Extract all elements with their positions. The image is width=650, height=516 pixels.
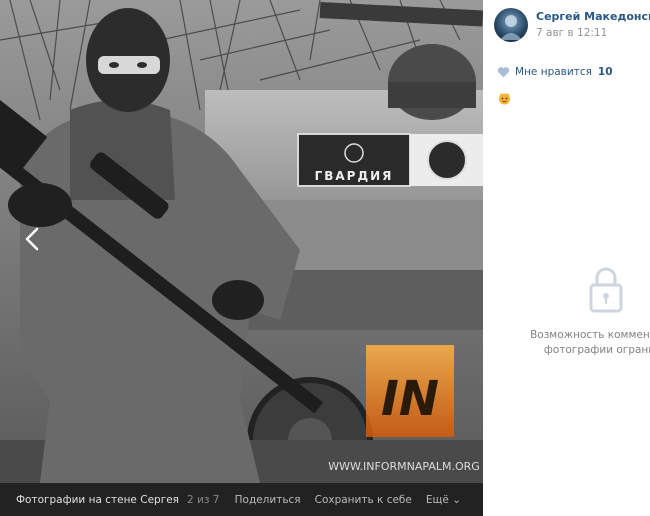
photo-counter: 2 из 7 [186, 493, 220, 506]
avatar-image [500, 15, 522, 40]
save-button[interactable]: Сохранить к себе [315, 494, 412, 506]
chevron-down-icon: ⌄ [452, 493, 461, 506]
watermark-logo: IN [381, 371, 439, 427]
watermark-url: WWW.INFORMNAPALM.ORG [328, 460, 480, 473]
like-count: 10 [597, 66, 613, 78]
heart-icon [497, 67, 510, 78]
photo-image[interactable]: ГВАРДИЯ IN WWW.INFORMNAPALM.ORG [0, 0, 483, 483]
avatar[interactable] [494, 8, 528, 42]
photo-actions: Поделиться Сохранить к себе Ещё ⌄ [235, 494, 461, 506]
photo-viewer: ГВАРДИЯ IN WWW.INFORMNAPALM.ORG Фотограф… [0, 0, 483, 516]
share-button[interactable]: Поделиться [235, 494, 301, 506]
more-label: Ещё [425, 493, 449, 506]
lock-icon [589, 267, 623, 313]
more-button[interactable]: Ещё ⌄ [426, 494, 461, 506]
previous-photo-arrow-icon[interactable] [18, 224, 48, 254]
photo-bottom-bar: Фотографии на стене Сергея 2 из 7 Подели… [0, 483, 483, 516]
author-name[interactable]: Сергей Македонский [536, 10, 650, 23]
like-label: Мне нравится [515, 66, 592, 78]
cat-emoji-icon [499, 93, 510, 105]
like-button[interactable]: Мне нравится 10 [497, 66, 613, 78]
comments-disabled-notice: Возможность комментиров фотографии огран… [491, 328, 650, 358]
post-date[interactable]: 7 авг в 12:11 [536, 27, 607, 39]
comments-notice-line-2: фотографии ограничи [543, 344, 650, 356]
album-link[interactable]: Фотографии на стене Сергея [16, 494, 179, 506]
comments-notice-line-1: Возможность комментиров [530, 329, 650, 341]
photo-sidebar: Сергей Македонский 7 авг в 12:11 Мне нра… [483, 0, 650, 516]
patch-text: ГВАРДИЯ [315, 169, 394, 183]
